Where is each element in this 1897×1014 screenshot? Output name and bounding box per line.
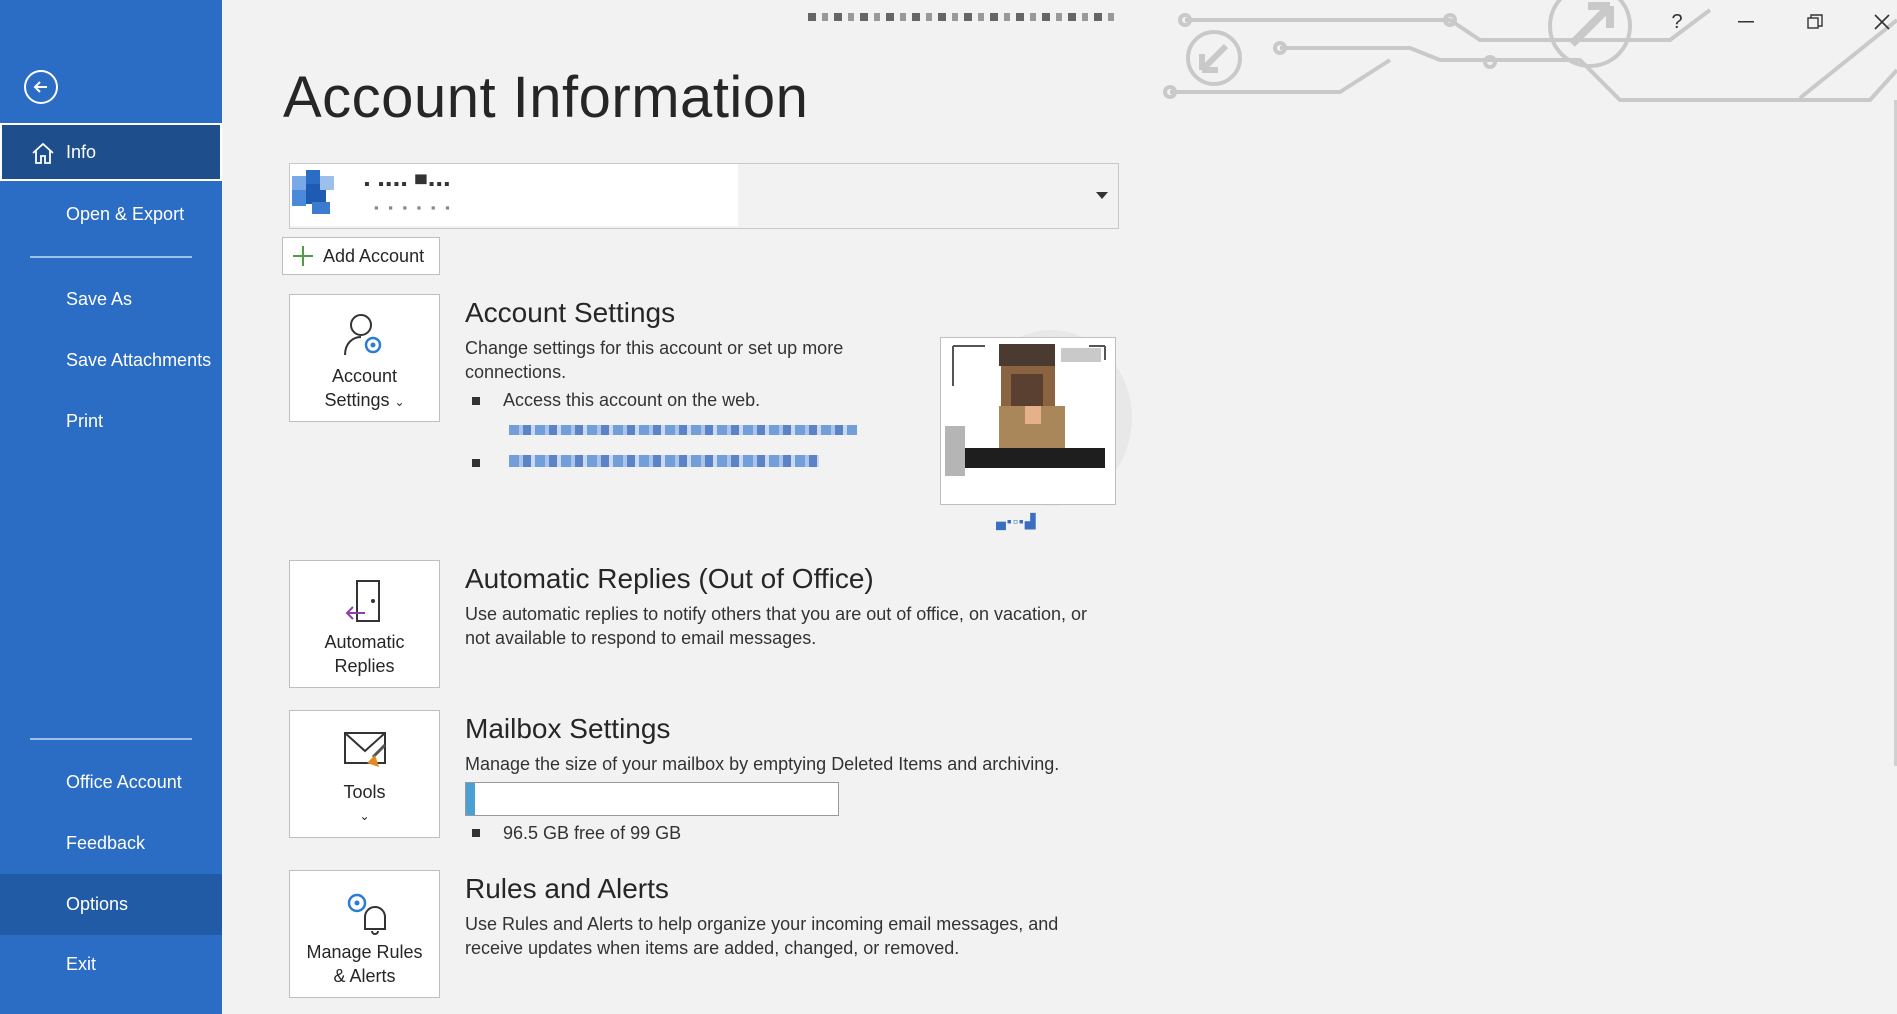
backstage-sidebar: Info Open & Export Save As Save Attachme…	[0, 0, 222, 1014]
chevron-down-icon[interactable]	[1096, 192, 1108, 199]
page-title: Account Information	[283, 65, 809, 130]
bullet	[472, 397, 480, 405]
rules-alerts-icon	[347, 893, 386, 935]
help-icon: ?	[1671, 10, 1683, 33]
automatic-replies-tile[interactable]: Automatic Replies	[289, 560, 440, 688]
rules-alerts-title: Rules and Alerts	[465, 873, 669, 904]
automatic-replies-tile-label: Automatic Replies	[324, 632, 405, 676]
mailbox-storage-text: 96.5 GB free of 99 GB	[503, 823, 682, 843]
nav-print-label: Print	[66, 410, 104, 431]
change-photo-link-redacted[interactable]: ▄▪▫▪▟	[996, 513, 1037, 530]
account-selector-field: ▪ ▪▪▪▪ ▀▪▪▪ ▪ ▪ ▪ ▪ ▪ ▪	[290, 164, 738, 226]
mailbox-settings-desc: Manage the size of your mailbox by empty…	[465, 754, 1060, 774]
mailbox-cleanup-icon	[343, 732, 386, 767]
exchange-account-icon	[292, 170, 334, 214]
nav-save-as[interactable]: Save As	[0, 270, 222, 328]
nav-save-as-label: Save As	[66, 288, 133, 309]
account-settings-tile[interactable]: Account Settings ⌄	[289, 294, 440, 422]
mailbox-usage-fill	[466, 783, 476, 815]
bullet	[472, 459, 480, 467]
minimize-icon	[1738, 21, 1754, 23]
nav-exit-label: Exit	[66, 953, 97, 974]
mailbox-settings-title: Mailbox Settings	[465, 713, 671, 744]
circuit-decoration	[1163, 0, 1897, 102]
bullet	[472, 829, 480, 837]
nav-office-account-label: Office Account	[66, 771, 182, 792]
automatic-replies-desc: Use automatic replies to notify others t…	[465, 604, 1088, 648]
sidebar-divider	[30, 256, 192, 258]
plus-icon	[289, 242, 317, 270]
minimize-button[interactable]	[1726, 8, 1766, 36]
mobile-link-redacted[interactable]	[509, 455, 819, 467]
account-email-redacted: ▪ ▪ ▪ ▪ ▪ ▪	[374, 200, 453, 215]
nav-save-attachments[interactable]: Save Attachments	[0, 331, 222, 389]
help-button[interactable]: ?	[1657, 8, 1697, 36]
account-settings-desc: Change settings for this account or set …	[465, 338, 844, 382]
account-settings-title: Account Settings	[465, 297, 676, 328]
account-name-redacted: ▪ ▪▪▪▪ ▀▪▪▪	[364, 176, 452, 193]
web-access-text: Access this account on the web.	[503, 390, 761, 410]
restore-icon	[1807, 14, 1823, 29]
mailbox-usage-bar	[465, 782, 839, 816]
profile-picture[interactable]	[940, 337, 1116, 505]
rules-alerts-desc: Use Rules and Alerts to help organize yo…	[465, 914, 1059, 958]
manage-rules-tile[interactable]: Manage Rules & Alerts	[289, 870, 440, 998]
window-title-redacted	[808, 13, 1118, 21]
nav-info-label: Info	[66, 141, 97, 162]
account-settings-icon	[343, 314, 381, 356]
chevron-down-icon: ⌄	[359, 809, 370, 823]
account-selector[interactable]: ▪ ▪▪▪▪ ▀▪▪▪ ▪ ▪ ▪ ▪ ▪ ▪	[289, 163, 1119, 229]
web-access-link-redacted[interactable]	[509, 425, 857, 435]
close-button[interactable]	[1862, 8, 1897, 36]
restore-button[interactable]	[1795, 8, 1835, 36]
back-arrow-icon	[33, 81, 47, 93]
automatic-replies-title: Automatic Replies (Out of Office)	[465, 563, 874, 594]
back-button[interactable]	[24, 70, 58, 104]
automatic-replies-icon	[345, 580, 380, 622]
avatar	[941, 338, 1115, 504]
nav-info[interactable]: Info	[0, 123, 222, 181]
nav-open-export[interactable]: Open & Export	[0, 185, 222, 243]
close-icon	[1874, 14, 1890, 30]
nav-options-label: Options	[66, 894, 129, 914]
add-account-button[interactable]: Add Account	[282, 237, 440, 275]
add-account-label: Add Account	[323, 245, 425, 266]
tools-tile-label: Tools ⌄	[290, 780, 439, 828]
nav-office-account[interactable]: Office Account	[0, 753, 222, 811]
nav-print[interactable]: Print	[0, 392, 222, 450]
nav-exit[interactable]: Exit	[0, 935, 222, 993]
sidebar-divider	[30, 738, 192, 740]
tools-tile[interactable]: Tools ⌄	[289, 710, 440, 838]
nav-options[interactable]: Options	[0, 874, 222, 935]
home-icon	[32, 142, 54, 164]
nav-feedback[interactable]: Feedback	[0, 814, 222, 872]
chevron-down-icon: ⌄	[394, 395, 405, 409]
nav-open-export-label: Open & Export	[66, 203, 185, 224]
nav-feedback-label: Feedback	[66, 832, 146, 853]
manage-rules-tile-label: Manage Rules & Alerts	[306, 942, 423, 986]
account-settings-tile-label: Account Settings ⌄	[324, 366, 405, 410]
nav-save-attachments-label: Save Attachments	[66, 349, 212, 370]
